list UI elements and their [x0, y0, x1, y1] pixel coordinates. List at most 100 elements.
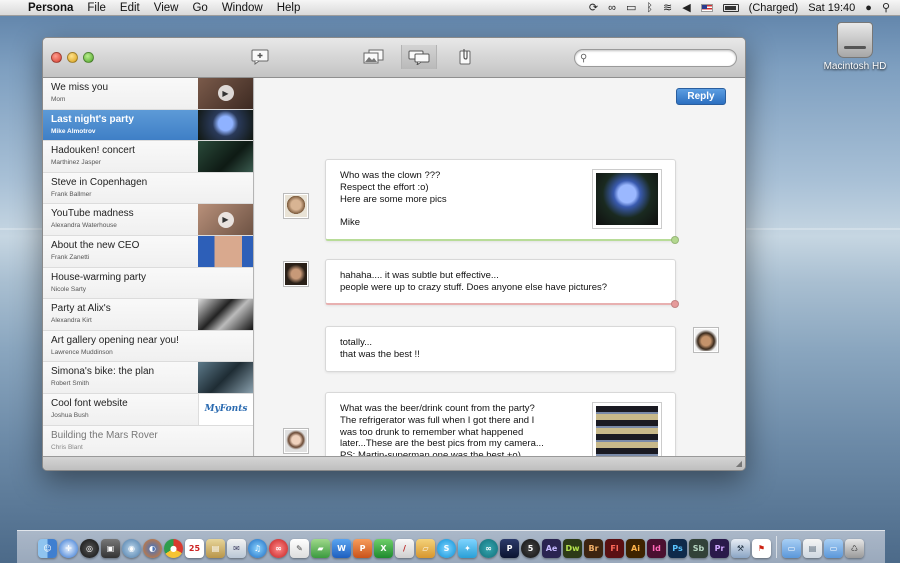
- conversation-list: We miss you Mom ▶ Last night's party Mik…: [43, 78, 254, 457]
- reply-button[interactable]: Reply: [676, 88, 726, 105]
- indesign-icon[interactable]: Id: [647, 539, 666, 558]
- resize-grip-icon[interactable]: ◢: [736, 459, 742, 468]
- preview-icon[interactable]: ▤: [206, 539, 225, 558]
- avatar[interactable]: [693, 327, 719, 353]
- dreamweaver-icon[interactable]: Dw: [563, 539, 582, 558]
- message-photo[interactable]: [592, 169, 662, 229]
- photoshop-icon[interactable]: Ps: [668, 539, 687, 558]
- sync-status-icon[interactable]: ⟳: [589, 1, 598, 14]
- photo-thumbnail[interactable]: [198, 109, 253, 141]
- conversation-item[interactable]: We miss you Mom ▶: [43, 78, 253, 110]
- persona-app-icon[interactable]: ∞: [269, 539, 288, 558]
- conversation-icon: [408, 50, 430, 65]
- conversation-item[interactable]: YouTube madness Alexandra Waterhouse ▶: [43, 204, 253, 236]
- pages-icon[interactable]: ▱: [416, 539, 435, 558]
- safari-icon[interactable]: ✛: [59, 539, 78, 558]
- app-5-icon[interactable]: 5: [521, 539, 540, 558]
- chrome-icon[interactable]: ●: [164, 539, 183, 558]
- web-thumbnail[interactable]: MyFonts: [198, 393, 253, 425]
- conversation-item-selected[interactable]: Last night's party Mike Almotrov: [43, 109, 253, 142]
- conversation-item[interactable]: Art gallery opening near you! Lawrence M…: [43, 330, 253, 363]
- battery-status[interactable]: (Charged): [749, 2, 799, 14]
- conversation-item[interactable]: About the new CEO Frank Zanetti: [43, 235, 253, 268]
- avatar[interactable]: [283, 193, 309, 219]
- user-icon[interactable]: ●: [865, 2, 872, 14]
- search-field[interactable]: ⚲: [574, 49, 737, 67]
- photo-thumbnail[interactable]: [198, 299, 253, 330]
- arduino-icon[interactable]: ∞: [479, 539, 498, 558]
- attachment-button[interactable]: [455, 48, 475, 66]
- applications-folder-icon[interactable]: ▭: [782, 539, 801, 558]
- avatar[interactable]: [283, 261, 309, 287]
- firefox-icon[interactable]: ◐: [143, 539, 162, 558]
- trash-icon[interactable]: ♺: [845, 539, 864, 558]
- input-source-flag-icon[interactable]: [700, 3, 713, 12]
- volume-icon[interactable]: ◀: [682, 1, 690, 14]
- close-window-button[interactable]: [51, 52, 62, 63]
- photo-thumbnail[interactable]: [198, 362, 253, 393]
- menu-help[interactable]: Help: [277, 2, 301, 14]
- zoom-window-button[interactable]: [83, 52, 94, 63]
- conversation-item[interactable]: Steve in Copenhagen Frank Ballmer: [43, 172, 253, 205]
- video-thumbnail[interactable]: ▶: [198, 204, 253, 235]
- excel-icon[interactable]: X: [374, 539, 393, 558]
- word-icon[interactable]: W: [332, 539, 351, 558]
- video-thumbnail[interactable]: ▶: [198, 78, 253, 109]
- spotlight-search-icon[interactable]: ⚲: [882, 1, 890, 14]
- twitter-icon[interactable]: ✦: [458, 539, 477, 558]
- finder-icon[interactable]: ☺: [38, 539, 57, 558]
- photos-button[interactable]: [361, 48, 387, 66]
- notes-icon[interactable]: ✎: [290, 539, 309, 558]
- photo-booth-icon[interactable]: ▣: [101, 539, 120, 558]
- menu-window[interactable]: Window: [222, 2, 263, 14]
- conversation-view-button[interactable]: [401, 45, 437, 69]
- photo-thumbnail[interactable]: [198, 141, 253, 172]
- photo-thumbnail[interactable]: [198, 235, 253, 267]
- compose-button[interactable]: [250, 48, 270, 66]
- menu-go[interactable]: Go: [192, 2, 207, 14]
- conversation-item[interactable]: Simona's bike: the plan Robert Smith: [43, 362, 253, 394]
- menu-view[interactable]: View: [154, 2, 179, 14]
- play-icon[interactable]: ▶: [217, 85, 234, 102]
- calendar-icon[interactable]: 25: [185, 539, 204, 558]
- downloads-folder-icon[interactable]: ▭: [824, 539, 843, 558]
- premiere-icon[interactable]: Pr: [710, 539, 729, 558]
- pandora-icon[interactable]: P: [500, 539, 519, 558]
- messages-icon[interactable]: ▰: [311, 539, 330, 558]
- avatar[interactable]: [283, 428, 309, 454]
- message-photo[interactable]: [592, 402, 662, 462]
- illustrator-icon[interactable]: Ai: [626, 539, 645, 558]
- xcode-icon[interactable]: ⚒: [731, 539, 750, 558]
- conversation-item[interactable]: Party at Alix's Alexandra Kirt: [43, 299, 253, 331]
- minimize-window-button[interactable]: [67, 52, 78, 63]
- conversation-item[interactable]: House-warming party Nicole Sarty: [43, 267, 253, 300]
- macintosh-hd-desktop-icon[interactable]: Macintosh HD: [822, 22, 888, 72]
- search-input[interactable]: [591, 52, 722, 64]
- textedit-icon[interactable]: /: [395, 539, 414, 558]
- app-menu[interactable]: Persona: [28, 2, 73, 14]
- conversation-item[interactable]: Cool font website Joshua Bush MyFonts: [43, 393, 253, 426]
- skype-icon[interactable]: S: [437, 539, 456, 558]
- conversation-item[interactable]: Hadouken! concert Marthinez Jasper: [43, 141, 253, 173]
- mail-icon[interactable]: ✉: [227, 539, 246, 558]
- play-icon[interactable]: ▶: [217, 211, 234, 228]
- menu-file[interactable]: File: [87, 2, 106, 14]
- powerpoint-icon[interactable]: P: [353, 539, 372, 558]
- wifi-icon[interactable]: ≋: [663, 1, 672, 14]
- creative-cloud-icon[interactable]: ∞: [608, 2, 616, 14]
- display-icon[interactable]: ▭: [626, 1, 636, 14]
- battery-icon[interactable]: [722, 3, 739, 12]
- menu-edit[interactable]: Edit: [120, 2, 140, 14]
- after-effects-icon[interactable]: Ae: [542, 539, 561, 558]
- dashboard-icon[interactable]: ◎: [80, 539, 99, 558]
- bridge-icon[interactable]: Br: [584, 539, 603, 558]
- soundbooth-icon[interactable]: Sb: [689, 539, 708, 558]
- clock[interactable]: Sat 19:40: [808, 2, 855, 14]
- documents-folder-icon[interactable]: ▤: [803, 539, 822, 558]
- flash-icon[interactable]: Fl: [605, 539, 624, 558]
- conversation-item[interactable]: Building the Mars Rover Chris Blant: [43, 425, 253, 457]
- network-icon[interactable]: ◉: [122, 539, 141, 558]
- acrobat-icon[interactable]: ⚑: [752, 539, 771, 558]
- itunes-icon[interactable]: ♫: [248, 539, 267, 558]
- bluetooth-icon[interactable]: ᛒ: [646, 2, 653, 14]
